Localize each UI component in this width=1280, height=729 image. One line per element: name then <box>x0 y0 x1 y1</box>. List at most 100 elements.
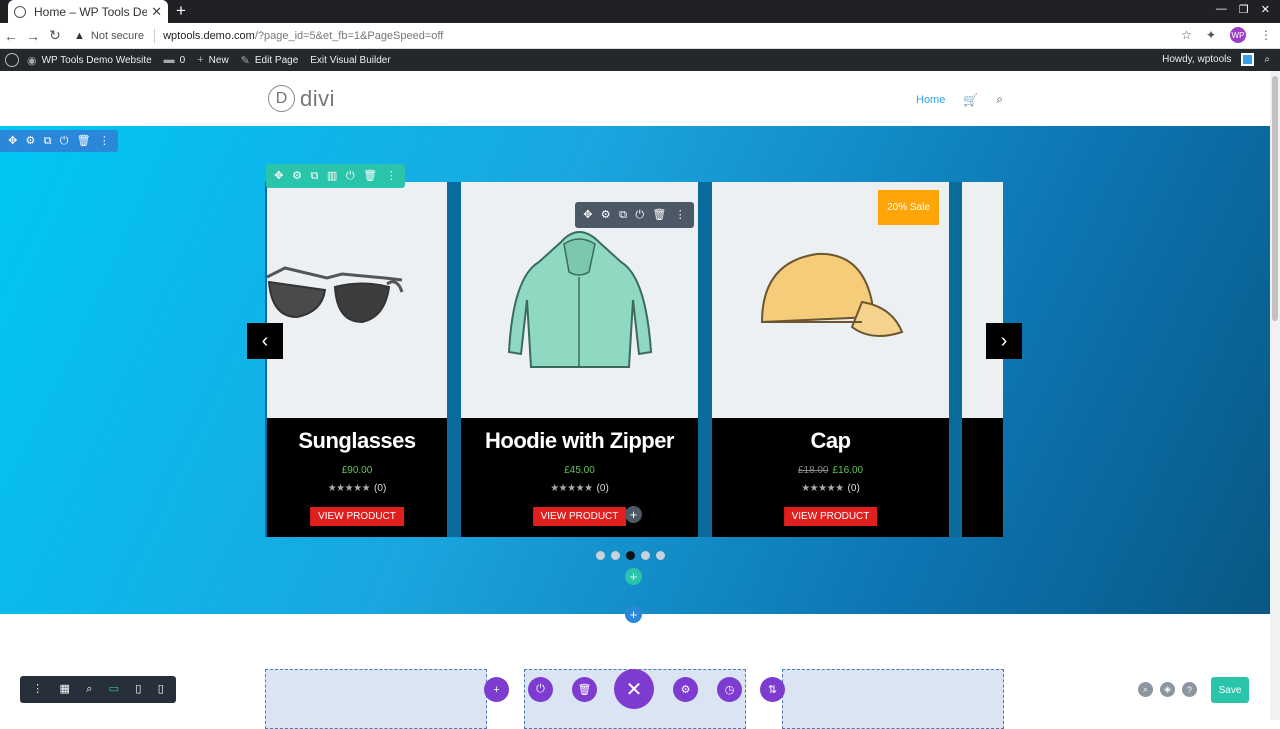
slider-dots <box>596 551 665 560</box>
more-icon[interactable]: ⋮ <box>99 135 110 147</box>
browser-tab[interactable]: Home – WP Tools Demo ✕ <box>8 0 168 23</box>
wordpress-icon[interactable] <box>5 53 19 67</box>
comments-link[interactable]: ▬ 0 <box>164 54 186 66</box>
slider-dot[interactable] <box>641 551 650 560</box>
clear-layout-icon[interactable]: 🗑 <box>572 677 597 702</box>
slider-prev-arrow[interactable]: ‹ <box>247 323 283 359</box>
save-button[interactable]: Save <box>1211 677 1249 703</box>
save-to-library-icon[interactable]: ⏻ <box>635 209 644 221</box>
plus-icon: + <box>197 54 204 66</box>
delete-icon[interactable]: 🗑 <box>652 209 666 221</box>
view-product-button[interactable]: VIEW PRODUCT <box>783 507 878 526</box>
exit-visual-builder-link[interactable]: Exit Visual Builder <box>310 55 390 66</box>
product-image[interactable] <box>266 182 447 418</box>
more-icon[interactable]: ⋮ <box>32 684 43 695</box>
search-icon[interactable]: ⌕ <box>996 92 1003 107</box>
row-toolbar: ✥ ⚙ ⧉ ▥ ⏻ 🗑 ⋮ <box>266 164 405 188</box>
user-avatar[interactable] <box>1241 53 1255 66</box>
delete-icon[interactable]: 🗑 <box>77 135 91 147</box>
slider-next-arrow[interactable]: › <box>986 323 1022 359</box>
url-field[interactable]: ▲ Not secure wptools.demo.com/?page_id=5… <box>74 28 443 43</box>
product-card <box>962 182 1003 537</box>
tablet-view-icon[interactable]: ▯ <box>135 684 141 695</box>
howdy-user[interactable]: Howdy, wptools <box>1162 54 1231 65</box>
reload-icon[interactable]: ↻ <box>44 27 66 44</box>
view-product-button[interactable]: VIEW PRODUCT <box>532 507 627 526</box>
product-price: £45.00 <box>564 465 595 476</box>
move-icon[interactable]: ✥ <box>274 170 283 182</box>
desktop-view-icon[interactable]: ▭ <box>109 684 119 695</box>
back-icon[interactable]: ← <box>0 28 22 44</box>
save-to-library-icon[interactable]: ⏻ <box>346 170 355 182</box>
site-header: D divi Home 🛒 ⌕ <box>0 71 1280 126</box>
wireframe-icon[interactable]: ▦ <box>59 684 69 695</box>
module-toolbar: ✥ ⚙ ⧉ ⏻ 🗑 ⋮ <box>575 202 694 228</box>
star-icon[interactable]: ☆ <box>1181 28 1192 42</box>
product-name[interactable]: Cap <box>712 428 949 454</box>
new-tab-button[interactable]: + <box>176 2 186 20</box>
delete-icon[interactable]: 🗑 <box>363 170 377 182</box>
move-icon[interactable]: ✥ <box>8 135 17 147</box>
move-icon[interactable]: ✥ <box>583 209 592 221</box>
window-controls: — ❐ ✕ <box>1216 3 1270 16</box>
site-name-link[interactable]: ◉ WP Tools Demo Website <box>27 54 152 67</box>
slider-dot[interactable] <box>596 551 605 560</box>
product-name[interactable]: Hoodie with Zipper <box>461 428 698 454</box>
url-host: wptools.demo.com <box>163 29 255 42</box>
settings-icon[interactable]: ⚙ <box>601 209 611 221</box>
help-icon[interactable]: ? <box>1182 682 1197 697</box>
product-rating: ★★★★★ (0) <box>327 483 387 494</box>
columns-icon[interactable]: ▥ <box>327 170 337 182</box>
add-section-button[interactable]: + <box>625 606 642 623</box>
more-icon[interactable]: ⋮ <box>675 209 686 221</box>
admin-search-icon[interactable]: ⌕ <box>1264 54 1270 65</box>
more-icon[interactable]: ⋮ <box>386 170 397 182</box>
find-icon[interactable]: ⌕ <box>1138 682 1153 697</box>
globe-icon <box>14 5 26 18</box>
settings-icon[interactable]: ⚙ <box>26 135 36 147</box>
column-placeholder[interactable] <box>782 669 1004 729</box>
nav-home[interactable]: Home <box>916 94 945 106</box>
new-link[interactable]: + New <box>197 54 228 66</box>
edit-page-link[interactable]: ✎ Edit Page <box>241 54 299 67</box>
duplicate-icon[interactable]: ⧉ <box>619 209 627 221</box>
layers-icon[interactable]: ◈ <box>1160 682 1175 697</box>
product-image[interactable] <box>962 182 1003 418</box>
sort-icon[interactable]: ⇅ <box>760 677 785 702</box>
extensions-icon[interactable]: ✦ <box>1206 28 1216 42</box>
phone-view-icon[interactable]: ▯ <box>158 684 164 695</box>
history-icon[interactable]: ◷ <box>717 677 742 702</box>
slider-dot[interactable] <box>611 551 620 560</box>
product-card: 20% Sale Cap £18.00 £16.00 ★★★★★ (0) VIEW … <box>712 182 949 537</box>
product-name[interactable]: Sunglasses <box>267 428 447 454</box>
page-scrollbar[interactable] <box>1270 71 1280 720</box>
cart-icon[interactable]: 🛒 <box>963 93 978 107</box>
view-product-button[interactable]: VIEW PRODUCT <box>310 507 404 526</box>
close-window-icon[interactable]: ✕ <box>1261 3 1270 16</box>
forward-icon[interactable]: → <box>22 28 44 44</box>
settings-icon[interactable]: ⚙ <box>292 170 302 182</box>
site-logo[interactable]: D divi <box>268 85 335 112</box>
minimize-icon[interactable]: — <box>1216 3 1227 16</box>
menu-kebab-icon[interactable]: ⋮ <box>1260 28 1272 42</box>
zoom-icon[interactable]: ⌕ <box>86 684 92 695</box>
page-settings-icon[interactable]: ⚙ <box>673 677 698 702</box>
close-tab-icon[interactable]: ✕ <box>151 4 162 20</box>
stars-icon: ★★★★★ <box>550 483 593 494</box>
duplicate-icon[interactable]: ⧉ <box>44 135 52 147</box>
add-row-button[interactable]: + <box>625 568 642 585</box>
product-image[interactable]: 20% Sale <box>712 182 949 418</box>
sale-badge: 20% Sale <box>878 190 939 225</box>
duplicate-icon[interactable]: ⧉ <box>311 170 319 182</box>
add-module-button[interactable]: + <box>625 506 642 523</box>
slider-dot-active[interactable] <box>626 551 635 560</box>
close-settings-button[interactable]: ✕ <box>614 669 654 709</box>
column-placeholder[interactable] <box>265 669 487 729</box>
maximize-icon[interactable]: ❐ <box>1239 3 1249 16</box>
portability-icon[interactable]: ⏻ <box>528 677 553 702</box>
profile-avatar[interactable]: WP <box>1230 27 1246 43</box>
add-button[interactable]: + <box>484 677 509 702</box>
slider-dot[interactable] <box>656 551 665 560</box>
save-to-library-icon[interactable]: ⏻ <box>60 135 69 147</box>
not-secure-label: Not secure <box>90 29 145 42</box>
